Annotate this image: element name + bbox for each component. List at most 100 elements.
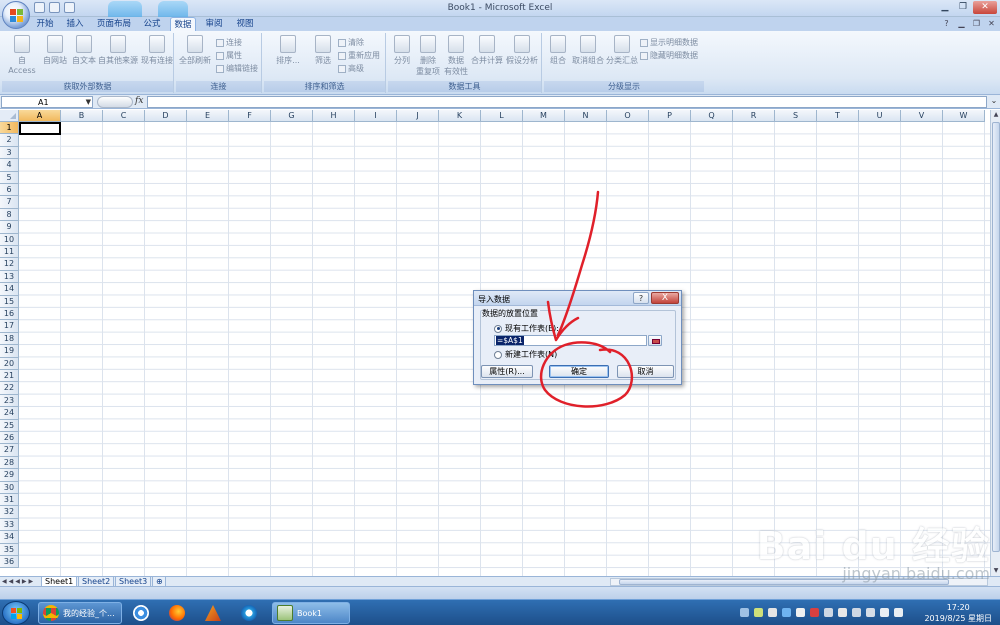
reference-input[interactable]: =$A$1 (494, 335, 647, 346)
tray-icon[interactable] (796, 608, 805, 617)
column-header[interactable]: H (313, 110, 355, 122)
expand-formula-icon[interactable]: ⌄ (989, 96, 999, 108)
column-header[interactable]: B (61, 110, 103, 122)
refresh-all-button[interactable]: 全部刷新 (178, 33, 212, 66)
row-header[interactable]: 30 (0, 481, 19, 494)
tab-insert[interactable]: 插入 (62, 17, 88, 31)
row-header[interactable]: 29 (0, 469, 19, 482)
scroll-up-icon[interactable]: ▲ (991, 110, 1000, 120)
row-header[interactable]: 34 (0, 531, 19, 544)
existing-sheet-radio[interactable]: 现有工作表(E): (494, 323, 559, 334)
column-header[interactable]: K (439, 110, 481, 122)
row-header[interactable]: 35 (0, 543, 19, 556)
tab-formulas[interactable]: 公式 (139, 17, 165, 31)
vertical-scrollbar[interactable]: ▲ ▼ (990, 110, 1000, 576)
tray-icon[interactable] (754, 608, 763, 617)
row-header[interactable]: 27 (0, 444, 19, 457)
row-header[interactable]: 28 (0, 456, 19, 470)
column-header[interactable]: N (565, 110, 607, 122)
taskbar-pin-ie[interactable] (234, 603, 264, 623)
row-header[interactable]: 17 (0, 320, 19, 333)
row-header[interactable]: 22 (0, 382, 19, 395)
row-header[interactable]: 18 (0, 332, 19, 346)
scroll-down-icon[interactable]: ▼ (991, 566, 1000, 576)
row-header[interactable]: 2 (0, 134, 19, 147)
consolidate-button[interactable]: 合并计算 (470, 33, 504, 66)
from-text-button[interactable]: 自文本 (70, 33, 98, 66)
column-header[interactable]: R (733, 110, 775, 122)
column-header[interactable]: S (775, 110, 817, 122)
close-icon[interactable]: ✕ (973, 1, 997, 14)
show-detail-button[interactable]: 显示明细数据 (640, 37, 698, 48)
row-header[interactable]: 12 (0, 258, 19, 271)
column-header[interactable]: W (943, 110, 985, 122)
from-access-button[interactable]: 自 Access (4, 33, 40, 75)
restore-icon[interactable]: ❐ (972, 19, 981, 28)
formula-input[interactable] (147, 96, 987, 108)
row-header[interactable]: 7 (0, 196, 19, 209)
subtotal-button[interactable]: 分类汇总 (606, 33, 638, 66)
help-icon[interactable]: ? (633, 292, 649, 304)
taskbar-item-excel[interactable]: Book1 (272, 602, 350, 624)
data-validation-button[interactable]: 数据 有效性 (442, 33, 470, 77)
tray-icon[interactable] (740, 608, 749, 617)
taskbar-pin-app[interactable] (126, 603, 156, 623)
row-header[interactable]: 25 (0, 419, 19, 432)
close-icon[interactable]: ✕ (987, 19, 996, 28)
new-sheet-radio[interactable]: 新建工作表(N) (494, 349, 557, 360)
sort-button[interactable]: 排序... (266, 33, 310, 66)
row-header[interactable]: 15 (0, 295, 19, 308)
row-header[interactable]: 21 (0, 370, 19, 383)
row-header[interactable]: 36 (0, 556, 19, 569)
from-other-sources-button[interactable]: 自其他来源 (98, 33, 138, 66)
minimize-icon[interactable]: ▁ (957, 19, 966, 28)
what-if-analysis-button[interactable]: 假设分析 (504, 33, 540, 66)
row-header[interactable]: 33 (0, 518, 19, 532)
dropdown-arrow-icon[interactable]: ▼ (86, 97, 91, 108)
active-cell-a1[interactable] (19, 122, 61, 135)
row-header[interactable]: 9 (0, 221, 19, 234)
formula-toggle-button[interactable] (97, 96, 133, 108)
cancel-button[interactable]: 取消 (617, 365, 674, 378)
collapse-dialog-icon[interactable] (648, 335, 662, 346)
column-header[interactable]: Q (691, 110, 733, 122)
row-header[interactable]: 5 (0, 171, 19, 184)
text-to-columns-button[interactable]: 分列 (390, 33, 414, 66)
tab-home[interactable]: 开始 (32, 17, 58, 31)
remove-duplicates-button[interactable]: 删除 重复项 (414, 33, 442, 77)
row-header[interactable]: 4 (0, 159, 19, 172)
row-header[interactable]: 3 (0, 146, 19, 160)
fx-icon[interactable]: fx (135, 96, 143, 106)
start-button[interactable] (2, 601, 30, 625)
tray-icon[interactable] (810, 608, 819, 617)
ungroup-button[interactable]: 取消组合 (570, 33, 606, 66)
existing-connections-button[interactable]: 现有连接 (140, 33, 174, 66)
column-header[interactable]: L (481, 110, 523, 122)
row-header[interactable]: 10 (0, 233, 19, 246)
row-header[interactable]: 16 (0, 308, 19, 321)
group-button[interactable]: 组合 (546, 33, 570, 66)
row-header[interactable]: 13 (0, 270, 19, 284)
row-header[interactable]: 11 (0, 246, 19, 259)
row-header[interactable]: 8 (0, 208, 19, 222)
tray-icon[interactable] (894, 608, 903, 617)
scroll-thumb[interactable] (992, 122, 1000, 552)
taskbar-pin-firefox[interactable] (162, 603, 192, 623)
name-box[interactable]: A1 ▼ (1, 96, 93, 108)
column-header[interactable]: E (187, 110, 229, 122)
office-button[interactable] (2, 1, 30, 29)
help-icon[interactable]: ? (942, 19, 951, 28)
minimize-icon[interactable]: ▁ (937, 1, 953, 14)
column-header[interactable]: G (271, 110, 313, 122)
column-header[interactable]: I (355, 110, 397, 122)
properties-button[interactable]: 属性(R)... (481, 365, 533, 378)
row-header[interactable]: 6 (0, 184, 19, 197)
ok-button[interactable]: 确定 (549, 365, 609, 378)
column-header[interactable]: D (145, 110, 187, 122)
advanced-button[interactable]: 高级 (338, 63, 364, 74)
edit-links-button[interactable]: 编辑链接 (216, 63, 258, 74)
tab-data[interactable]: 数据 (170, 17, 196, 31)
connections-button[interactable]: 连接 (216, 37, 242, 48)
row-header[interactable]: 20 (0, 357, 19, 370)
hide-detail-button[interactable]: 隐藏明细数据 (640, 50, 698, 61)
